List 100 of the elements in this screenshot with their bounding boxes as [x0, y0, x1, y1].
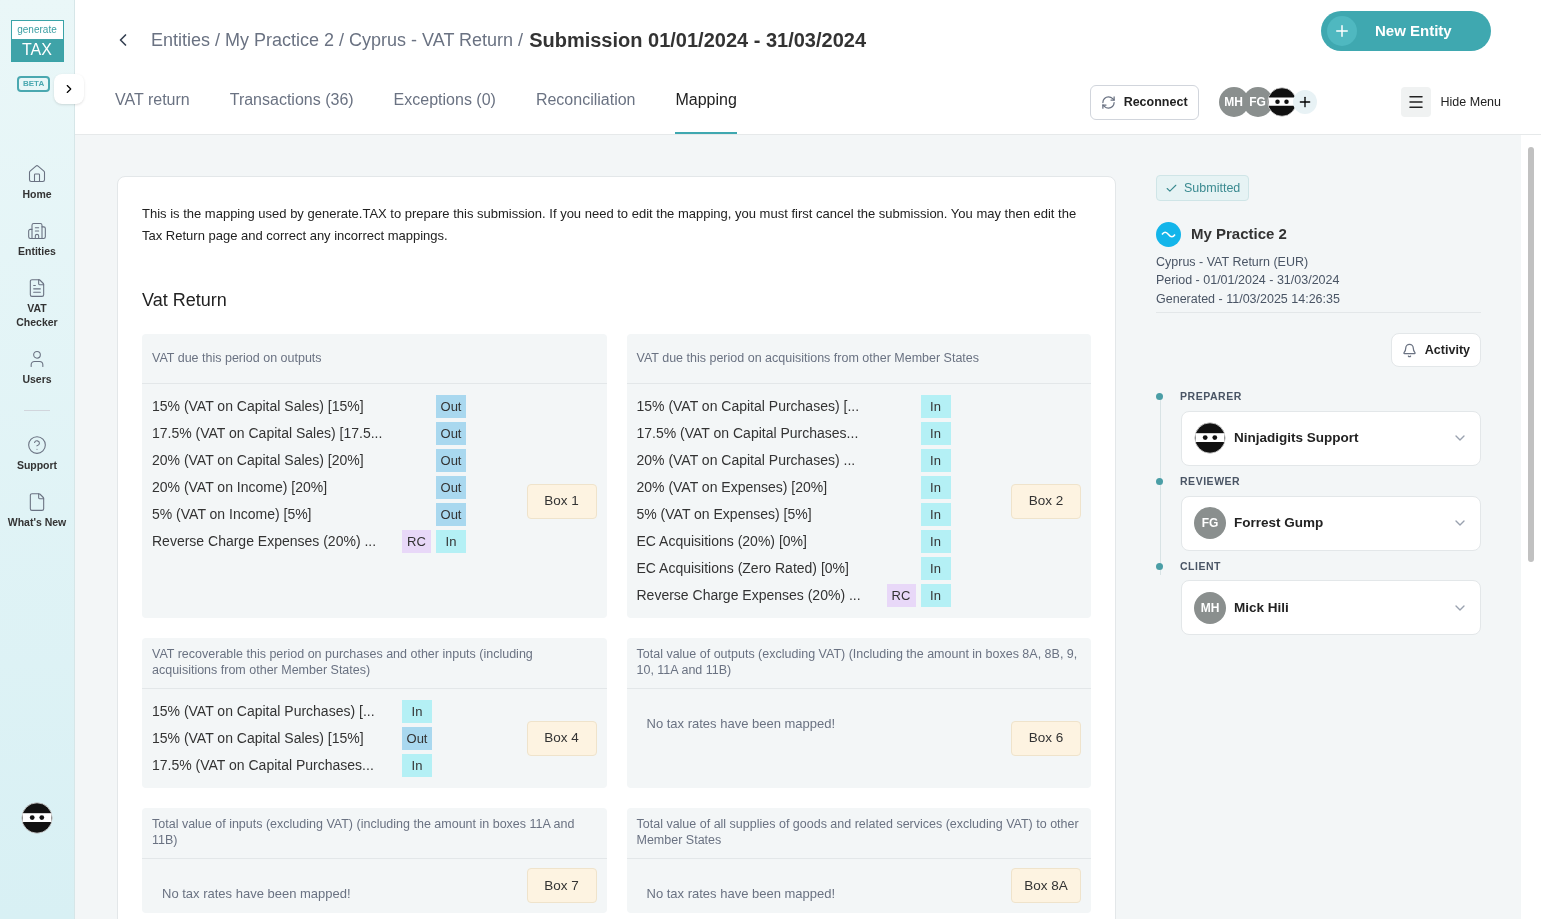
page-title: Submission 01/01/2024 - 31/03/2024 [529, 28, 866, 53]
role-label: REVIEWER [1180, 473, 1241, 489]
tab[interactable]: Reconciliation [535, 88, 636, 134]
tax-rate-label: 20% (VAT on Capital Purchases) ... [636, 451, 857, 470]
tax-rate-label: 15% (VAT on Capital Sales) [15%] [152, 397, 365, 416]
tax-rate-label: 5% (VAT on Income) [5%] [152, 505, 313, 524]
box-button[interactable]: Box 7 [526, 868, 597, 904]
expand-button[interactable] [54, 74, 84, 104]
hide-menu-button[interactable]: Hide Menu [1400, 87, 1501, 117]
box-button[interactable]: Box 8A [1011, 868, 1081, 904]
tag: Out [436, 395, 466, 418]
tax-rate-label: EC Acquisitions (Zero Rated) [0%] [636, 559, 850, 578]
detail-text: Cyprus - VAT Return (EUR) [1156, 253, 1310, 271]
plus-icon [1327, 16, 1357, 46]
section-title: Total value of inputs (excluding VAT) (including the amount in boxes 11A and 11B) [142, 808, 607, 859]
tag: RC [402, 530, 431, 553]
home-icon [27, 164, 47, 184]
empty-message: No tax rates have been mapped! [645, 715, 837, 733]
beta-badge: BETA [17, 76, 51, 92]
tag: In [920, 395, 951, 418]
box-button[interactable]: Box 1 [526, 483, 597, 519]
nav-item[interactable]: Entities [7, 221, 67, 258]
tag: Out [402, 727, 432, 750]
person-select[interactable]: Ninjadigits Support [1181, 410, 1481, 466]
logo-text: TAX [11, 39, 63, 61]
menu-icon [1400, 87, 1431, 117]
breadcrumb[interactable]: Entities / My Practice 2 / Cyprus - VAT Return / [151, 26, 524, 54]
tag: In [920, 476, 951, 499]
tag: Out [436, 422, 466, 445]
help-icon [27, 435, 47, 455]
empty-message: No tax rates have been mapped! [161, 885, 352, 903]
tax-rate-label: 5% (VAT on Expenses) [5%] [636, 505, 813, 524]
tag: In [920, 503, 951, 526]
tax-rate-label: 15% (VAT on Capital Purchases) [... [636, 397, 861, 416]
tab[interactable]: VAT return [115, 88, 190, 134]
tab[interactable]: Mapping [675, 88, 737, 134]
tax-rate-label: 17.5% (VAT on Capital Sales) [17.5... [152, 424, 384, 443]
section-title: VAT recoverable this period on purchases and other inputs (including acquisitions from other Member States) [142, 638, 607, 689]
tax-rate-label: 20% (VAT on Capital Sales) [20%] [152, 451, 365, 470]
tab[interactable]: Exceptions (0) [393, 88, 496, 134]
box-button[interactable]: Box 2 [1011, 483, 1081, 519]
logo-text: generate [11, 21, 63, 39]
add-user-button[interactable] [1292, 90, 1317, 114]
nav-item[interactable]: What's New [7, 492, 67, 529]
buildings-icon [27, 221, 47, 241]
tag: RC [886, 584, 916, 607]
role-label: CLIENT [1180, 558, 1222, 574]
user-avatar: FG [1194, 507, 1226, 539]
tag: In [402, 700, 432, 723]
tag: In [402, 754, 432, 777]
intro-text: This is the mapping used by generate.TAX to prepare this submission. If you need to edit the mapping, you must first cancel the submission. You may then edit the Tax Return page and correct any incorrect mappings. [142, 205, 1078, 245]
tax-rate-label: 20% (VAT on Expenses) [20%] [636, 478, 829, 497]
file-icon [27, 492, 47, 512]
detail-text: Generated - 11/03/2025 14:26:35 [1156, 290, 1341, 308]
tab[interactable]: Transactions (36) [229, 88, 354, 134]
bell-icon [1401, 342, 1417, 358]
tax-rate-label: 15% (VAT on Capital Purchases) [... [152, 702, 376, 721]
box-button[interactable]: Box 4 [526, 721, 597, 756]
nav-item[interactable]: Support [7, 435, 67, 472]
reconnect-button[interactable]: Reconnect [1089, 84, 1199, 120]
section-title: VAT due this period on acquisitions from other Member States [626, 334, 1091, 384]
tag: In [920, 584, 951, 607]
practice-name: My Practice 2 [1191, 223, 1287, 244]
tag: Out [436, 503, 466, 526]
role-label: PREPARER [1180, 389, 1242, 404]
nav-item[interactable]: VAT Checker [7, 278, 67, 329]
nav-item[interactable]: Users [7, 349, 67, 386]
nav-item[interactable]: Home [7, 164, 67, 201]
user-avatar [1266, 87, 1297, 117]
tax-rate-label: 20% (VAT on Income) [20%] [152, 478, 329, 497]
refresh-icon [1100, 94, 1116, 110]
empty-message: No tax rates have been mapped! [645, 885, 837, 903]
tag: Out [436, 449, 466, 472]
activity-button[interactable]: Activity [1390, 333, 1481, 367]
tag: In [920, 422, 951, 445]
section-title: Total value of outputs (excluding VAT) (Including the amount in boxes 8A, 8B, 9, 10, 11A and 11B) [626, 638, 1091, 689]
person-select[interactable]: FG Forrest Gump [1181, 495, 1481, 551]
section-title: Total value of all supplies of goods and related services (excluding VAT) to other Member States [626, 808, 1091, 859]
tax-rate-label: 17.5% (VAT on Capital Purchases... [152, 756, 375, 775]
tax-rate-label: Reverse Charge Expenses (20%) ... [636, 586, 862, 605]
user-avatar [1194, 422, 1226, 455]
person-select[interactable]: MH Mick Hili [1181, 580, 1481, 636]
user-avatar: MH [1194, 591, 1226, 624]
document-icon [27, 278, 47, 298]
tax-rate-label: Reverse Charge Expenses (20%) ... [152, 532, 378, 551]
tag: Out [436, 476, 466, 499]
detail-text: Period - 01/01/2024 - 31/03/2024 [1156, 272, 1341, 289]
tax-rate-label: EC Acquisitions (20%) [0%] [636, 532, 808, 551]
section-title: VAT due this period on outputs [142, 334, 607, 384]
box-button[interactable]: Box 6 [1011, 721, 1081, 756]
tax-rate-label: 17.5% (VAT on Capital Purchases... [636, 424, 860, 443]
tag: In [920, 449, 951, 472]
accounting-logo [1156, 221, 1181, 247]
section-heading: Vat Return [142, 289, 228, 312]
status-badge: Submitted [1156, 175, 1250, 201]
tag: In [920, 557, 951, 580]
tag: In [920, 530, 951, 553]
tag: In [436, 530, 466, 553]
user-avatar [21, 802, 53, 834]
tax-rate-label: 15% (VAT on Capital Sales) [15%] [152, 729, 365, 748]
